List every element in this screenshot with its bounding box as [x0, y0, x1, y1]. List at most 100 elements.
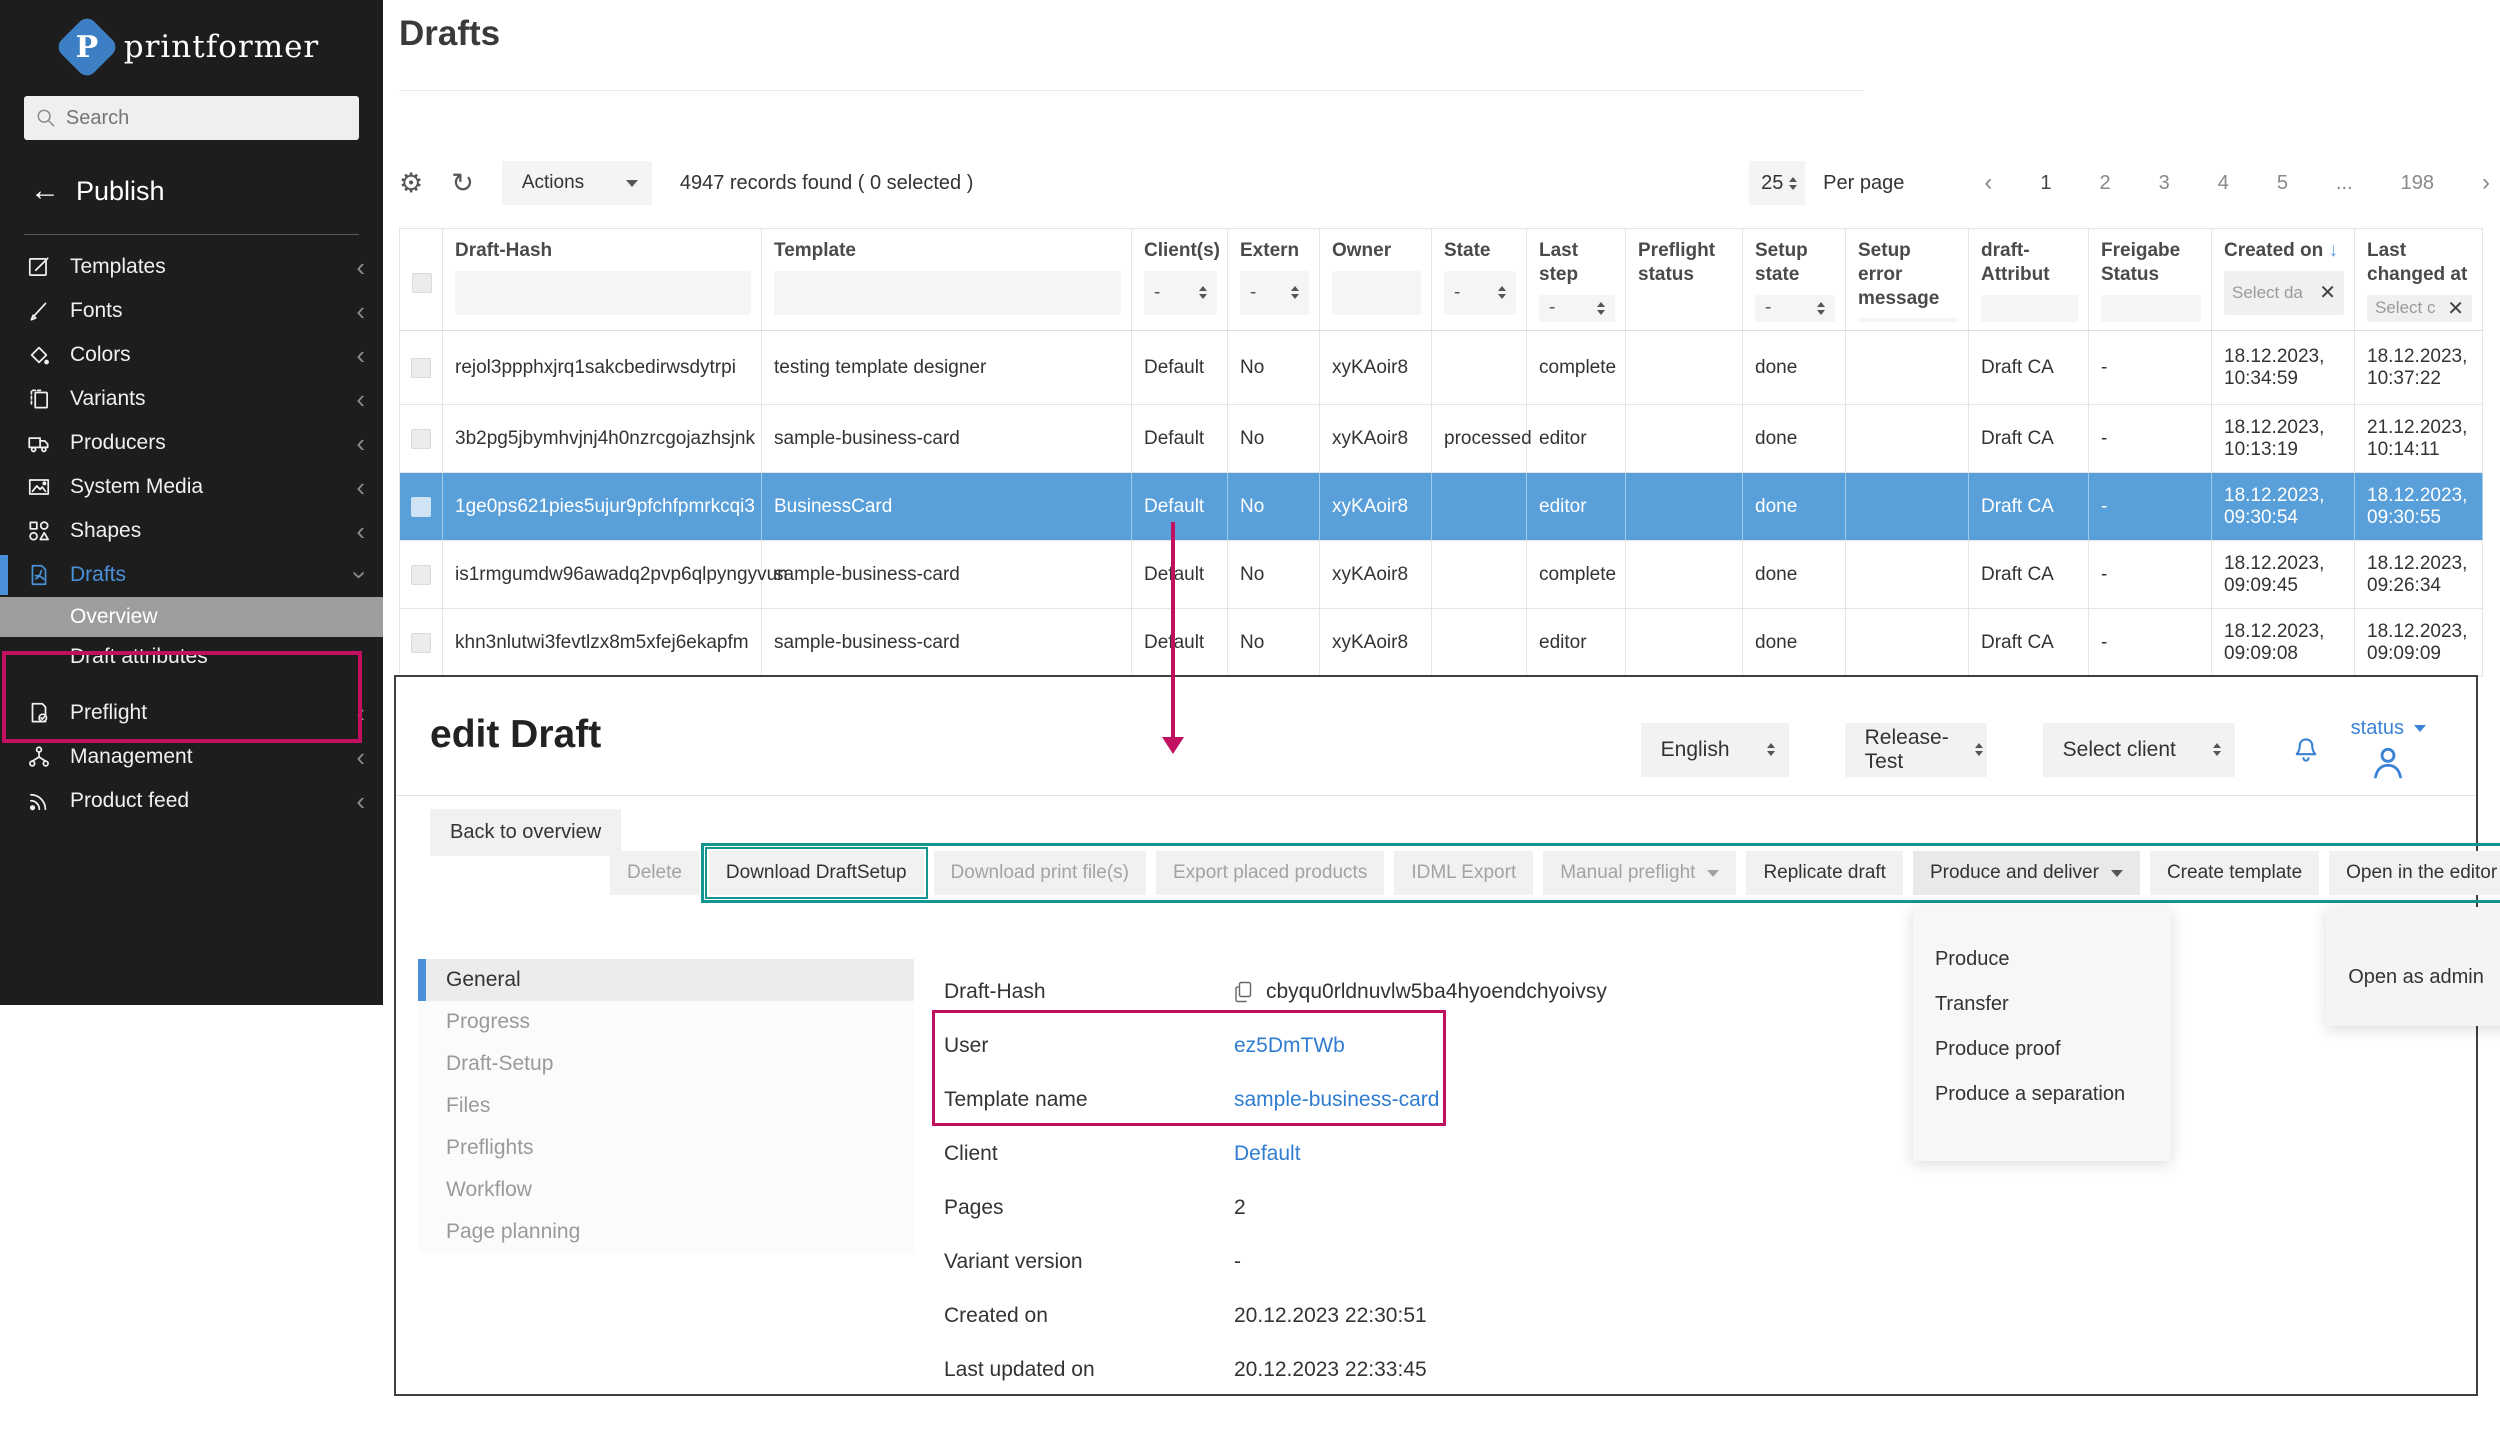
download-print-files-button[interactable]: Download print file(s) [934, 851, 1146, 895]
sidebar-search[interactable] [24, 96, 359, 140]
refresh-icon[interactable]: ↻ [451, 168, 474, 199]
column-header[interactable]: State [1444, 239, 1516, 263]
page-number-4[interactable]: 4 [2218, 172, 2229, 195]
menu-item-produce-separation[interactable]: Produce a separation [1913, 1072, 2171, 1117]
export-placed-products-button[interactable]: Export placed products [1156, 851, 1384, 895]
select-all-checkbox[interactable] [412, 273, 432, 293]
sidebar-item-variants[interactable]: Variants ‹ [0, 377, 383, 421]
tab-page-planning[interactable]: Page planning [418, 1211, 914, 1253]
open-in-editor-button[interactable]: Open in the editor [2329, 851, 2500, 895]
template-name-link[interactable]: sample-business-card [1234, 1088, 1439, 1112]
column-header[interactable]: Created on ↓ [2224, 239, 2344, 263]
column-header[interactable]: Template [774, 239, 1121, 263]
filter-input-template[interactable] [774, 271, 1121, 315]
filter-input-draft-attribut[interactable] [1981, 295, 2078, 323]
column-header[interactable]: Extern [1240, 239, 1309, 263]
tab-preflights[interactable]: Preflights [418, 1127, 914, 1169]
back-to-overview-button[interactable]: Back to overview [430, 809, 621, 856]
row-checkbox[interactable] [411, 565, 431, 585]
clear-filter-icon[interactable]: ✕ [2319, 280, 2336, 305]
column-header[interactable]: Draft-Hash [455, 239, 751, 263]
row-checkbox[interactable] [411, 633, 431, 653]
settings-gear-icon[interactable]: ⚙ [399, 168, 423, 199]
column-header[interactable]: Setup error message [1858, 239, 1958, 310]
filter-date-last-changed[interactable]: Select c✕ [2367, 295, 2472, 323]
column-header[interactable]: Last changed at [2367, 239, 2472, 287]
idml-export-button[interactable]: IDML Export [1394, 851, 1533, 895]
client-select[interactable]: Select client [2043, 723, 2235, 777]
filter-input-draft-hash[interactable] [455, 271, 751, 315]
sidebar-item-system-media[interactable]: System Media ‹ [0, 465, 383, 509]
row-checkbox[interactable] [411, 358, 431, 378]
sidebar-item-colors[interactable]: Colors ‹ [0, 333, 383, 377]
menu-item-produce-proof[interactable]: Produce proof [1913, 1027, 2171, 1072]
column-header[interactable]: Owner [1332, 239, 1421, 263]
copy-icon[interactable] [1234, 980, 1254, 1004]
manual-preflight-button[interactable]: Manual preflight [1543, 851, 1736, 895]
column-header[interactable]: draft-Attribut [1981, 239, 2078, 287]
bell-icon[interactable] [2291, 734, 2321, 766]
client-link[interactable]: Default [1234, 1142, 1301, 1166]
filter-select-extern[interactable]: - [1240, 271, 1309, 315]
replicate-draft-button[interactable]: Replicate draft [1746, 851, 1903, 895]
filter-select-setup-state[interactable]: - [1755, 295, 1835, 323]
table-row-selected[interactable]: 1ge0ps621pies5ujur9pfchfpmrkcqi3 Busines… [399, 473, 2483, 541]
row-checkbox[interactable] [411, 429, 431, 449]
delete-button[interactable]: Delete [610, 851, 699, 895]
next-page-icon[interactable]: › [2482, 169, 2490, 197]
row-checkbox[interactable] [411, 497, 431, 517]
filter-input-freigabe[interactable] [2101, 295, 2201, 323]
sidebar-item-producers[interactable]: Producers ‹ [0, 421, 383, 465]
filter-input-setup-error[interactable] [1858, 318, 1958, 322]
actions-dropdown[interactable]: Actions [502, 161, 652, 205]
menu-item-transfer[interactable]: Transfer [1913, 982, 2171, 1027]
column-header[interactable]: Client(s) [1144, 239, 1217, 263]
table-row[interactable]: is1rmgumdw96awadq2pvp6qlpyngyvun sample-… [399, 541, 2483, 609]
page-number-3[interactable]: 3 [2159, 172, 2170, 195]
produce-and-deliver-button[interactable]: Produce and deliver [1913, 851, 2140, 895]
table-row[interactable]: 3b2pg5jbymhvjnj4h0nzrcgojazhsjnk sample-… [399, 405, 2483, 473]
sidebar-item-management[interactable]: Management ‹ [0, 735, 383, 779]
status-menu[interactable]: status [2351, 717, 2426, 782]
prev-page-icon[interactable]: ‹ [1984, 169, 1992, 197]
sidebar-item-preflight[interactable]: Preflight ‹ [0, 691, 383, 735]
column-header[interactable]: Last step [1539, 239, 1615, 287]
tab-workflow[interactable]: Workflow [418, 1169, 914, 1211]
publish-back[interactable]: ← Publish [0, 174, 383, 208]
column-header[interactable]: Preflight status [1638, 239, 1732, 287]
sidebar-item-fonts[interactable]: Fonts ‹ [0, 289, 383, 333]
clear-filter-icon[interactable]: ✕ [2447, 296, 2464, 321]
sidebar-item-templates[interactable]: Templates ‹ [0, 245, 383, 289]
tab-files[interactable]: Files [418, 1085, 914, 1127]
page-number-198[interactable]: 198 [2401, 172, 2434, 195]
filter-select-state[interactable]: - [1444, 271, 1516, 315]
tab-progress[interactable]: Progress [418, 1001, 914, 1043]
page-number-5[interactable]: 5 [2277, 172, 2288, 195]
filter-select-last-step[interactable]: - [1539, 295, 1615, 323]
language-select[interactable]: English [1641, 723, 1789, 777]
tab-draft-setup[interactable]: Draft-Setup [418, 1043, 914, 1085]
create-template-button[interactable]: Create template [2150, 851, 2319, 895]
sidebar-item-shapes[interactable]: Shapes ‹ [0, 509, 383, 553]
sidebar-subitem-draft-attributes[interactable]: Draft attributes [0, 637, 383, 677]
table-row[interactable]: khn3nlutwi3fevtlzx8m5xfej6ekapfm sample-… [399, 609, 2483, 677]
sidebar-item-product-feed[interactable]: Product feed ‹ [0, 779, 383, 823]
download-draftsetup-button[interactable]: Download DraftSetup [709, 851, 924, 895]
tab-general[interactable]: General [418, 959, 914, 1001]
menu-item-open-as-admin[interactable]: Open as admin [2326, 955, 2500, 1000]
sidebar-item-drafts[interactable]: Drafts › [0, 553, 383, 597]
filter-select-clients[interactable]: - [1144, 271, 1217, 315]
filter-date-created-on[interactable]: Select da✕ [2224, 271, 2344, 315]
menu-item-produce[interactable]: Produce [1913, 937, 2171, 982]
filter-input-owner[interactable] [1332, 271, 1421, 315]
column-header[interactable]: Setup state [1755, 239, 1835, 287]
table-row[interactable]: rejol3ppphxjrq1sakcbedirwsdytrpi testing… [399, 331, 2483, 405]
user-link[interactable]: ez5DmTWb [1234, 1034, 1345, 1058]
per-page-select[interactable]: 25 [1749, 161, 1805, 205]
release-select[interactable]: Release-Test [1845, 723, 1987, 777]
user-avatar-icon[interactable] [2367, 742, 2409, 782]
sidebar-subitem-overview[interactable]: Overview [0, 597, 383, 637]
page-number-2[interactable]: 2 [2099, 172, 2110, 195]
column-header[interactable]: Freigabe Status [2101, 239, 2201, 287]
search-input[interactable] [66, 107, 347, 130]
